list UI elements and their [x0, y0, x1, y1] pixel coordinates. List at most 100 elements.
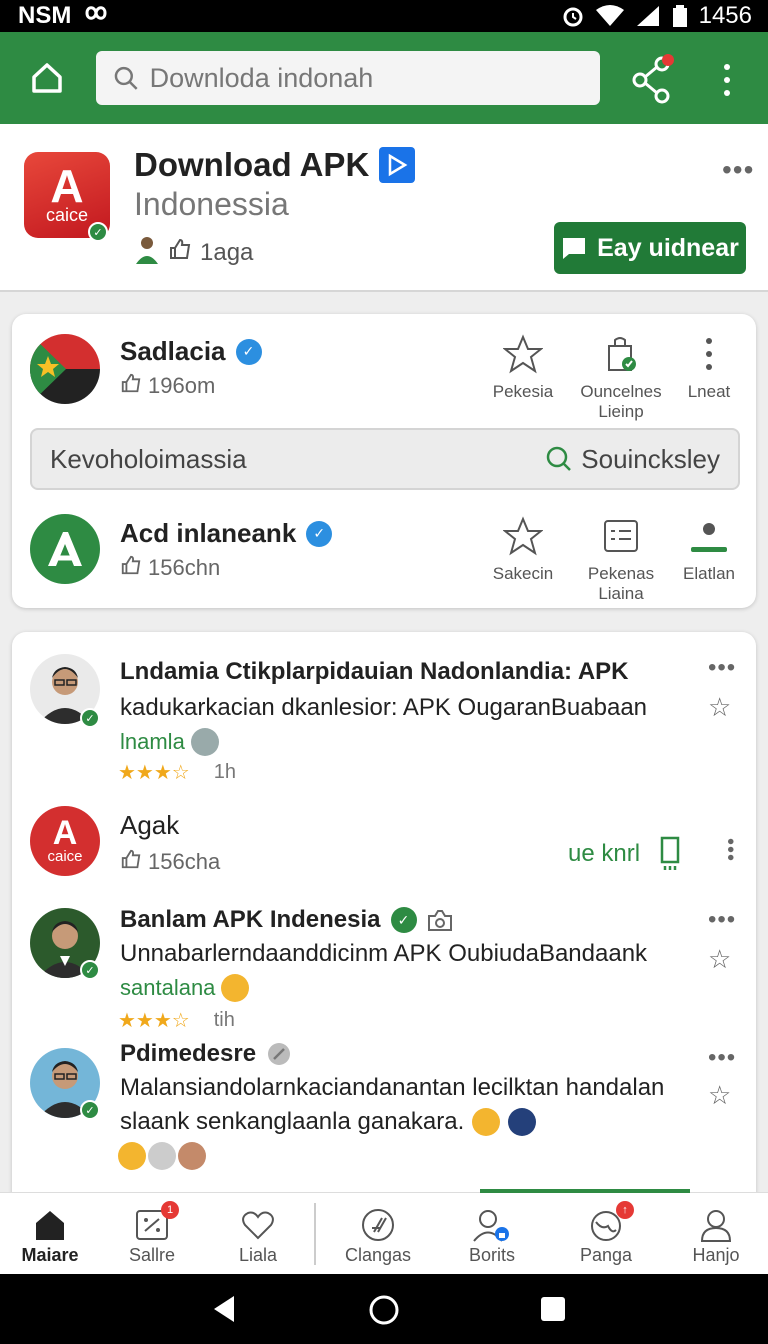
infinity-icon — [79, 2, 113, 30]
card-search-button[interactable]: Souincksley — [545, 444, 720, 475]
row-name[interactable]: Acd inlaneank ✓ — [120, 518, 333, 549]
smile-emoji-icon — [118, 1142, 146, 1170]
verified-icon: ✓ — [390, 907, 417, 933]
row-count-text: 156cha — [148, 849, 221, 874]
nav-changes[interactable]: Clangas — [328, 1205, 428, 1266]
app-row-more-button[interactable]: ••• — [718, 838, 741, 862]
nav-profile-lock[interactable]: Borits — [442, 1205, 542, 1266]
action-favorite[interactable]: Pekesia — [478, 332, 568, 402]
app-row-name[interactable]: Agak — [120, 810, 179, 841]
search-box[interactable] — [96, 51, 600, 105]
apps-card: Sadlacia ✓ 196om Pekesia Ouncelnes Liein… — [12, 314, 756, 608]
system-navigation — [0, 1274, 768, 1344]
nav-account[interactable]: Hanjo — [666, 1205, 766, 1266]
user-lock-icon — [472, 1205, 512, 1245]
app-header: A caice ✓ Download APK Indonessia 1aga •… — [0, 124, 768, 292]
thumbs-up-icon — [168, 237, 192, 268]
app-subtitle: Indonessia — [134, 186, 289, 222]
overflow-menu-button[interactable] — [712, 56, 742, 104]
list-icon — [603, 514, 639, 558]
app-title: Download APK — [134, 146, 416, 184]
app-row-action[interactable]: ue knrl — [568, 836, 684, 872]
action-bag[interactable]: Ouncelnes Lieinp — [576, 332, 666, 422]
post-tag[interactable]: lnamla — [120, 728, 219, 756]
camera-icon — [427, 910, 452, 931]
share-button[interactable] — [628, 52, 678, 106]
bookmark-star-icon[interactable]: ☆ — [708, 1080, 731, 1111]
cta-button[interactable]: Eay uidnear — [554, 222, 746, 274]
surprised-emoji-icon — [148, 1142, 176, 1170]
row-name[interactable]: Sadlacia ✓ — [120, 336, 262, 367]
star-icon — [503, 332, 543, 376]
reactions[interactable] — [118, 1142, 206, 1170]
post-title-text: Banlam APK Indenesia — [120, 906, 381, 933]
search-input[interactable] — [149, 62, 584, 94]
bookmark-star-icon[interactable]: ☆ — [708, 692, 731, 723]
back-icon — [214, 1296, 234, 1322]
action-label: Elatlan — [683, 564, 735, 583]
rating-stars: ★★★☆ — [118, 762, 190, 784]
app-likes: 1aga — [200, 238, 254, 266]
post-more-button[interactable]: ••• — [708, 654, 736, 682]
status-bar: NSM 1456 — [0, 0, 768, 32]
clock-time: 1456 — [698, 2, 752, 29]
home-button[interactable] — [18, 49, 76, 107]
emoji-icon — [508, 1108, 537, 1136]
home-system-button[interactable] — [368, 1294, 400, 1331]
post-more-button[interactable]: ••• — [708, 906, 736, 934]
signal-icon — [635, 4, 661, 28]
cta-label: Eay uidnear — [597, 233, 739, 262]
header-more-button[interactable]: ••• — [722, 154, 754, 186]
action-label: Lneat — [687, 382, 731, 401]
nav-indicator — [480, 1189, 690, 1193]
bookmark-star-icon[interactable]: ☆ — [708, 944, 731, 975]
star-icon — [503, 514, 543, 558]
nav-sale[interactable]: 1 Sallre — [102, 1201, 202, 1266]
back-button[interactable] — [210, 1294, 240, 1329]
app-row-action-label: ue knrl — [568, 840, 641, 867]
nav-home[interactable]: Maiare — [0, 1205, 100, 1266]
nav-pages[interactable]: ↑ Panga — [556, 1201, 656, 1266]
nav-label: Sallre — [128, 1245, 176, 1265]
verified-icon: ✓ — [306, 520, 333, 547]
card-search-value: Kevoholoimassia — [50, 443, 247, 474]
card-search-field[interactable]: Kevoholoimassia Souincksley — [30, 428, 740, 490]
post-title[interactable]: Banlam APK Indenesia ✓ — [120, 906, 453, 934]
card-search-button-label: Souincksley — [581, 443, 720, 474]
heart-icon — [241, 1205, 275, 1245]
slider-icon — [689, 514, 729, 558]
app-title-text: Download APK — [134, 146, 370, 183]
action-toggle[interactable]: Elatlan — [664, 514, 754, 584]
post-title-text: Pdimedesre — [120, 1040, 257, 1067]
post-more-button[interactable]: ••• — [708, 1044, 736, 1072]
discount-icon: 1 — [135, 1201, 179, 1245]
verified-icon: ✓ — [235, 338, 262, 365]
nav-label: Borits — [468, 1245, 515, 1265]
nav-favorites[interactable]: Liala — [208, 1205, 308, 1266]
recents-button[interactable] — [540, 1296, 566, 1327]
row-count-text: 156chn — [148, 555, 221, 580]
nav-divider — [314, 1203, 316, 1265]
emoji-icon — [221, 974, 250, 1002]
app-meta: 1aga — [134, 234, 253, 271]
app-logo-small: A caice — [30, 806, 100, 876]
post-title[interactable]: Lndamia Ctikplarpidauian Nadonlandia: AP… — [120, 658, 629, 686]
thumbs-up-icon — [120, 554, 142, 582]
home-icon — [33, 1205, 67, 1245]
post-tag[interactable]: santalana — [120, 974, 250, 1002]
person-icon — [699, 1205, 733, 1245]
post-text: Unnabarlerndaanddicinm APK OubiudaBandaa… — [120, 940, 648, 967]
app-bar — [0, 32, 768, 124]
row-name-text: Acd inlaneank — [120, 518, 297, 548]
post-text-line1: Malansiandolarnkaciandanantan lecilktan … — [120, 1074, 665, 1101]
chat-icon — [563, 238, 586, 259]
rating: ★★★☆ tih — [118, 1008, 235, 1033]
action-label: Sakecin — [492, 564, 554, 583]
post-title[interactable]: Pdimedesre — [120, 1040, 292, 1068]
action-more[interactable]: Lneat — [664, 332, 754, 402]
verified-icon: ✓ — [80, 960, 100, 980]
action-favorite[interactable]: Sakecin — [478, 514, 568, 584]
logo-letter: A — [52, 813, 78, 852]
action-list[interactable]: Pekenas Liaina — [576, 514, 666, 604]
nav-label: Maiare — [21, 1245, 79, 1265]
